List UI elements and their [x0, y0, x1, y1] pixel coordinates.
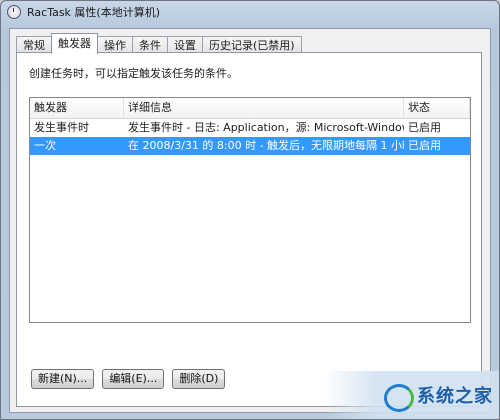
site-logo-icon — [381, 380, 414, 412]
panel-description: 创建任务时，可以指定触发该任务的条件。 — [29, 67, 238, 80]
dialog-body: 常规 触发器 操作 条件 设置 历史记录(已禁用) 创建任务时，可以指定触发该任… — [9, 28, 491, 413]
cell-status: 已启用 — [408, 139, 441, 152]
properties-window: RacTask 属性(本地计算机) 常规 触发器 操作 条件 设置 历史记录(已… — [0, 0, 500, 420]
clock-icon — [7, 5, 21, 19]
cell-details: 发生事件时 - 日志: Application，源: Microsoft-Win… — [128, 121, 404, 134]
cell-status: 已启用 — [408, 121, 441, 134]
table-row[interactable]: 发生事件时 发生事件时 - 日志: Application，源: Microso… — [30, 119, 470, 137]
tab-triggers[interactable]: 触发器 — [51, 33, 98, 54]
cell-details: 在 2008/3/31 的 8:00 时 - 触发后，无限期地每隔 1 小时 重… — [128, 139, 404, 152]
watermark-text: 系统之家 — [417, 386, 493, 407]
tab-strip: 常规 触发器 操作 条件 设置 历史记录(已禁用) — [16, 33, 302, 54]
title-bar[interactable]: RacTask 属性(本地计算机) — [1, 1, 499, 23]
button-row: 新建(N)... 编辑(E)... 删除(D) — [31, 369, 233, 389]
delete-button[interactable]: 删除(D) — [172, 369, 226, 389]
trigger-list[interactable]: 触发器 详细信息 状态 发生事件时 发生事件时 - 日志: Applicatio… — [29, 97, 471, 323]
column-header-status[interactable]: 状态 — [404, 98, 470, 118]
watermark: 系统之家 — [324, 371, 499, 419]
new-button[interactable]: 新建(N)... — [31, 369, 95, 389]
window-title: RacTask 属性(本地计算机) — [27, 6, 161, 19]
cell-trigger: 发生事件时 — [34, 121, 89, 134]
triggers-panel: 创建任务时，可以指定触发该任务的条件。 触发器 详细信息 状态 发生事件时 发生… — [16, 52, 482, 407]
list-header: 触发器 详细信息 状态 — [30, 98, 470, 119]
table-row[interactable]: 一次 在 2008/3/31 的 8:00 时 - 触发后，无限期地每隔 1 小… — [30, 137, 470, 155]
cell-trigger: 一次 — [34, 139, 56, 152]
edit-button[interactable]: 编辑(E)... — [102, 369, 165, 389]
column-header-trigger[interactable]: 触发器 — [30, 98, 124, 118]
column-header-details[interactable]: 详细信息 — [124, 98, 404, 118]
